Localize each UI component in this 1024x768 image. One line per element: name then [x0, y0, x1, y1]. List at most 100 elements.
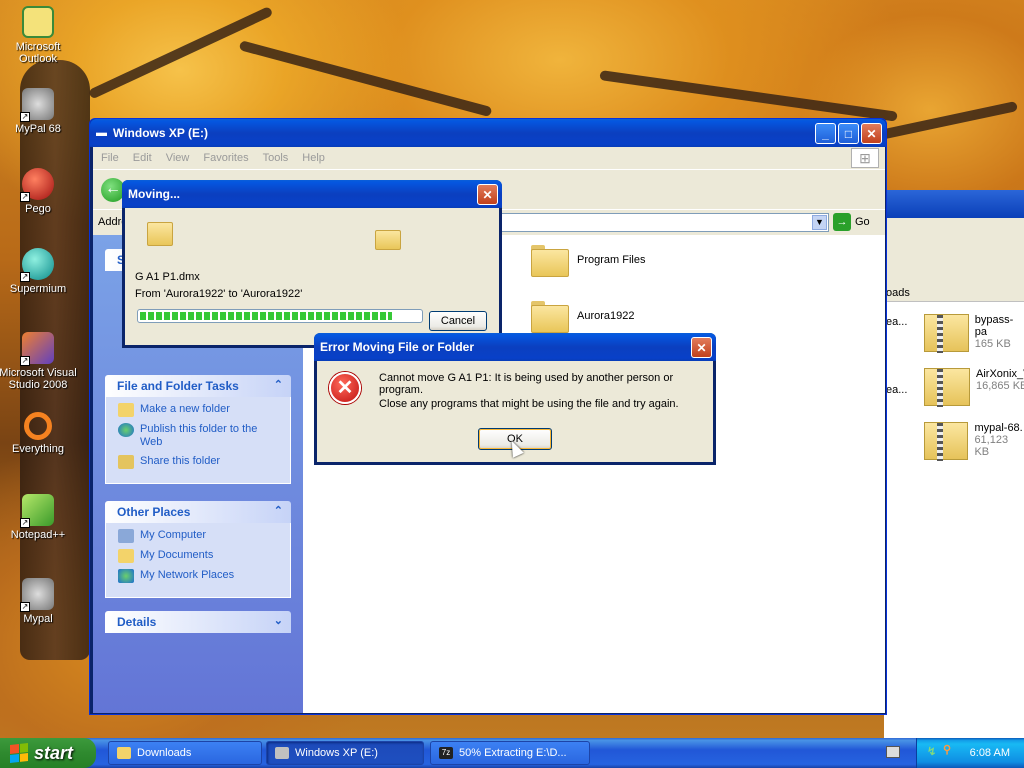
- list-item[interactable]: bypass-pa 165 KB: [924, 314, 1024, 353]
- place-my-computer[interactable]: My Computer: [118, 529, 282, 543]
- close-button[interactable]: ✕: [691, 337, 712, 358]
- close-button[interactable]: ✕: [861, 123, 882, 144]
- file-folder-tasks-panel: File and Folder Tasks ⌃ Make a new folde…: [105, 375, 291, 484]
- chevron-down-icon[interactable]: ⌄: [274, 614, 283, 627]
- go-arrow-icon: →: [833, 213, 851, 231]
- desktop-icon-supermium[interactable]: ↗ Supermium: [0, 248, 78, 295]
- task-make-folder[interactable]: Make a new folder: [118, 403, 282, 417]
- taskbar-button-downloads[interactable]: Downloads: [108, 741, 262, 765]
- panel-header[interactable]: Details ⌄: [105, 611, 291, 633]
- downloads-window[interactable]: oads ea... ea... bypass-pa 165 KB AirXoni…: [884, 190, 1024, 738]
- folder-icon: [531, 245, 569, 277]
- error-hint: Close any programs that might be using t…: [379, 398, 679, 410]
- windows-logo-icon: ⊞: [851, 148, 879, 168]
- everything-icon: [24, 412, 52, 440]
- taskbar-button-windows-xp[interactable]: Windows XP (E:): [266, 741, 424, 765]
- chevron-down-icon[interactable]: ▼: [812, 215, 827, 230]
- error-titlebar[interactable]: Error Moving File or Folder ✕: [314, 333, 716, 361]
- chevron-up-icon[interactable]: ⌃: [274, 504, 283, 517]
- other-places-panel: Other Places ⌃ My Computer My Documents …: [105, 501, 291, 598]
- folder-icon: [531, 301, 569, 333]
- taskbar-button-label: Downloads: [137, 747, 192, 759]
- globe-icon: [118, 423, 134, 437]
- place-label: My Network Places: [140, 569, 235, 581]
- system-tray: ↯ ⚲ 6:08 AM: [916, 738, 1024, 768]
- drive-icon: ▬: [96, 127, 107, 139]
- taskbar-button-extracting[interactable]: 7z 50% Extracting E:\D...: [430, 741, 590, 765]
- folder-item[interactable]: Aurora1922: [531, 301, 635, 333]
- close-button[interactable]: ✕: [477, 184, 498, 205]
- tree-branch: [238, 40, 493, 118]
- explorer-titlebar[interactable]: ▬ Windows XP (E:) _ □ ✕: [90, 119, 886, 147]
- task-share-folder[interactable]: Share this folder: [118, 455, 282, 469]
- details-panel[interactable]: Details ⌄: [105, 611, 291, 633]
- panel-header[interactable]: File and Folder Tasks ⌃: [105, 375, 291, 397]
- desktop-icon-mypal68[interactable]: ↗ MyPal 68: [0, 88, 78, 135]
- desktop-icon-mypal[interactable]: ↗ Mypal: [0, 578, 78, 625]
- zip-folder-icon: [924, 314, 969, 353]
- task-label: Make a new folder: [140, 403, 230, 415]
- moving-titlebar[interactable]: Moving... ✕: [122, 180, 502, 208]
- zip-folder-icon: [924, 422, 969, 461]
- mypal-icon: ↗: [20, 88, 54, 122]
- tree-branch: [878, 101, 1018, 140]
- new-folder-icon: [118, 403, 134, 417]
- 7zip-icon: 7z: [439, 747, 453, 759]
- taskbar-button-label: 50% Extracting E:\D...: [459, 747, 567, 759]
- menu-tools[interactable]: Tools: [263, 152, 289, 164]
- moving-dialog[interactable]: Moving... ✕ G A1 P1.dmx From 'Aurora1922…: [122, 180, 502, 348]
- start-button[interactable]: start: [0, 738, 96, 768]
- keyboard-icon[interactable]: [886, 746, 900, 758]
- maximize-button[interactable]: □: [838, 123, 859, 144]
- file-name: AirXonix_V: [976, 368, 1024, 380]
- desktop-icon-outlook[interactable]: Microsoft Outlook: [0, 6, 78, 65]
- list-item[interactable]: mypal-68. 61,123 KB: [924, 422, 1024, 461]
- visual-studio-icon: ↗: [20, 332, 54, 366]
- place-my-network[interactable]: My Network Places: [118, 569, 282, 583]
- desktop-icon-label: Microsoft Outlook: [15, 41, 61, 65]
- menu-edit[interactable]: Edit: [133, 152, 152, 164]
- folder-item[interactable]: Program Files: [531, 245, 645, 277]
- list-item[interactable]: AirXonix_V16,865 KB: [924, 368, 1024, 407]
- folder-name: Aurora1922: [577, 310, 635, 322]
- place-my-documents[interactable]: My Documents: [118, 549, 282, 563]
- cancel-button[interactable]: Cancel: [429, 311, 487, 331]
- panel-header[interactable]: Other Places ⌃: [105, 501, 291, 523]
- menu-view[interactable]: View: [166, 152, 190, 164]
- menu-bar: File Edit View Favorites Tools Help ⊞: [93, 147, 885, 169]
- downloads-titlebar[interactable]: [884, 190, 1024, 218]
- desktop-icon-pego[interactable]: ↗ Pego: [0, 168, 78, 215]
- drive-icon: [275, 747, 289, 759]
- place-label: My Documents: [140, 549, 214, 561]
- mypal-icon: ↗: [20, 578, 54, 612]
- minimize-button[interactable]: _: [815, 123, 836, 144]
- column-header[interactable]: oads: [884, 284, 1024, 302]
- start-label: start: [34, 742, 74, 763]
- menu-file[interactable]: File: [101, 152, 119, 164]
- destination-folder-icon: [375, 230, 401, 250]
- desktop-icon-label: Notepad++: [10, 529, 66, 541]
- desktop-icon-notepadpp[interactable]: ↗ Notepad++: [0, 494, 78, 541]
- desktop-icon-visual-studio[interactable]: ↗ Microsoft Visual Studio 2008: [0, 332, 78, 391]
- panel-title: Details: [117, 615, 157, 629]
- supermium-icon: ↗: [20, 248, 54, 282]
- tree-branch: [599, 70, 898, 122]
- task-label: Share this folder: [140, 455, 221, 467]
- file-size: 165 KB: [974, 338, 1011, 350]
- chevron-up-icon[interactable]: ⌃: [274, 378, 283, 391]
- menu-favorites[interactable]: Favorites: [203, 152, 248, 164]
- desktop-icon-label: Mypal: [23, 613, 53, 625]
- clock[interactable]: 6:08 AM: [970, 747, 1010, 759]
- window-title: Windows XP (E:): [113, 126, 209, 140]
- network-tray-icon[interactable]: ↯: [927, 745, 936, 758]
- desktop-icon-everything[interactable]: Everything: [0, 412, 78, 455]
- file-name: bypass-pa: [974, 314, 1014, 338]
- menu-help[interactable]: Help: [302, 152, 325, 164]
- search-icon[interactable]: ⚲: [943, 743, 951, 756]
- panel-title: File and Folder Tasks: [117, 379, 239, 393]
- progress-bar: [137, 309, 423, 323]
- share-folder-icon: [118, 455, 134, 469]
- moving-file-name: G A1 P1.dmx: [135, 271, 200, 283]
- task-publish-web[interactable]: Publish this folder to the Web: [118, 423, 282, 449]
- go-button[interactable]: → Go: [833, 213, 870, 231]
